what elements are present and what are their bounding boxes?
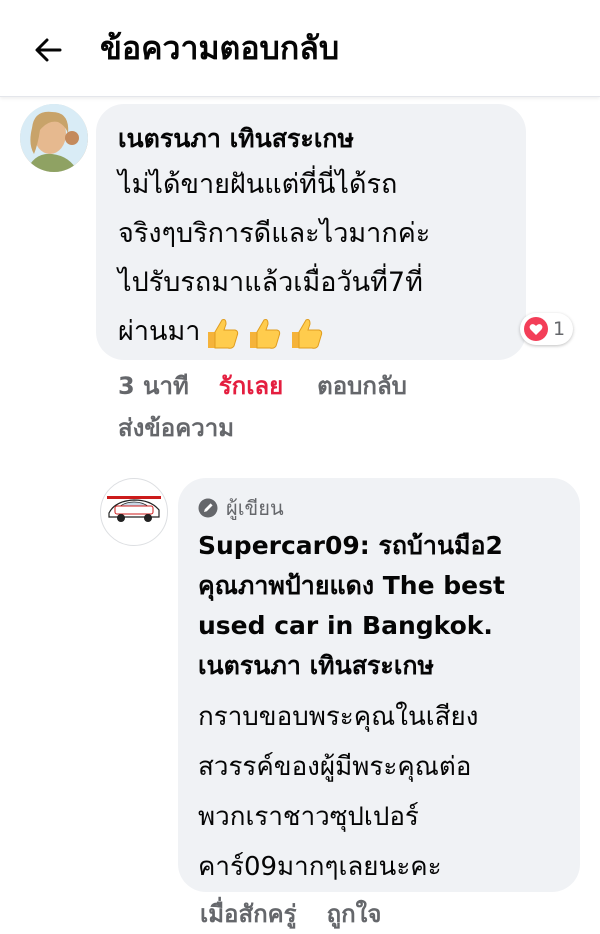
comment-time: 3 นาที — [118, 372, 189, 400]
reply-text: กราบขอบพระคุณในเสียง สวรรค์ของผู้มีพระคุ… — [198, 702, 479, 882]
author-badge: ผู้เขียน — [198, 492, 284, 524]
comment-text: ไม่ได้ขายฝันแต่ที่นี่ได้รถ จริงๆบริการดี… — [118, 160, 430, 356]
page-avatar[interactable] — [100, 478, 168, 546]
reply-bubble: ผู้เขียน Supercar09: รถบ้านมือ2 คุณภาพป้… — [178, 478, 580, 892]
comment-author[interactable]: เนตรนภา เทินสระเกษ — [118, 122, 354, 156]
thumbs-up-icon — [208, 318, 239, 349]
like-button[interactable]: ถูกใจ — [327, 900, 382, 928]
reply-button[interactable]: ตอบกลับ — [317, 372, 407, 400]
reply-author[interactable]: Supercar09: รถบ้านมือ2 คุณภาพป้ายแดง The… — [198, 526, 505, 646]
back-button[interactable] — [22, 24, 74, 76]
love-button[interactable]: รักเลย — [219, 372, 283, 400]
heart-icon — [524, 317, 548, 341]
top-bar: ข้อความตอบกลับ — [0, 0, 600, 97]
thumbs-up-icon — [292, 318, 323, 349]
page-title: ข้อความตอบกลับ — [100, 29, 340, 67]
commenter-avatar[interactable] — [20, 104, 88, 172]
send-message-button[interactable]: ส่งข้อความ — [118, 414, 234, 442]
arrow-left-icon — [35, 38, 62, 62]
reply-time: เมื่อสักครู่ — [200, 900, 297, 928]
mention-link[interactable]: เนตรนภา เทินสระเกษ — [198, 646, 434, 686]
profile-photo — [20, 104, 88, 172]
thumbs-up-emojis — [204, 316, 324, 350]
pencil-icon — [198, 498, 218, 518]
author-badge-label: ผู้เขียน — [226, 496, 284, 520]
supercar-logo — [107, 496, 161, 522]
comment-actions-row-2: ส่งข้อความ — [118, 408, 234, 448]
thumbs-up-icon — [250, 318, 281, 349]
reply-actions: เมื่อสักครู่ ถูกใจ — [200, 896, 381, 932]
reaction-count: 1 — [553, 318, 566, 340]
comment-bubble: เนตรนภา เทินสระเกษ ไม่ได้ขายฝันแต่ที่นี่… — [96, 104, 526, 360]
comment-actions: 3 นาที รักเลย ตอบกลับ — [118, 366, 407, 406]
reaction-summary[interactable]: 1 — [520, 313, 574, 345]
